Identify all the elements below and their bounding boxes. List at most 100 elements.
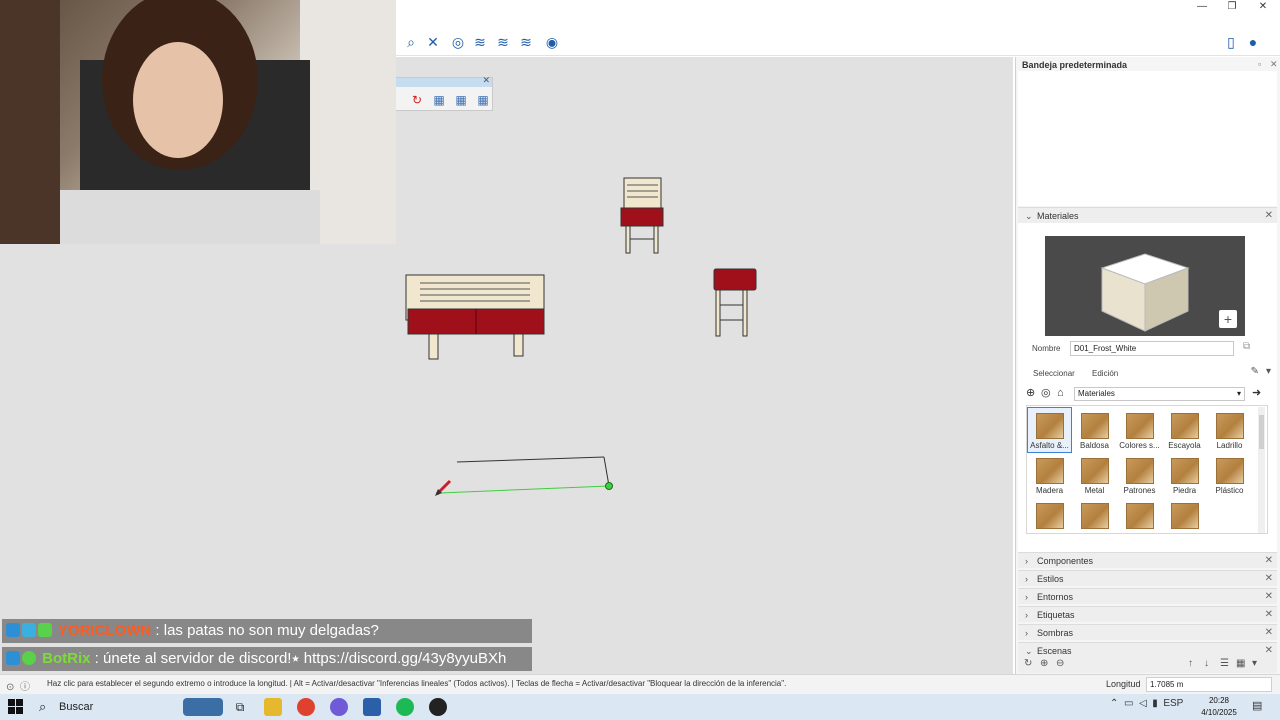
refresh-icon[interactable]: ↻ [1024, 658, 1032, 669]
material-swatch[interactable]: Patrones [1118, 453, 1161, 497]
back-icon[interactable]: ⊕ [1026, 386, 1035, 400]
orbit-icon[interactable]: ◎ [449, 33, 467, 51]
network-icon[interactable]: ▭ [1124, 698, 1133, 709]
discord-icon[interactable] [330, 698, 348, 716]
material-swatch[interactable] [1028, 498, 1071, 533]
user-icon[interactable]: ● [1244, 33, 1262, 51]
home-icon[interactable]: ⌂ [1057, 386, 1064, 400]
panel-header-scenes[interactable]: ⌄ Escenas ✕ [1018, 642, 1277, 658]
clock[interactable]: 20:28 4/10/2025 [1196, 695, 1242, 719]
remove-icon[interactable]: ⊖ [1056, 658, 1064, 669]
thumbnail-icon[interactable]: ▦ [1236, 658, 1245, 669]
search-highlight-icon[interactable] [183, 698, 223, 716]
chat-text: únete al servidor de discord!⭑ https://d… [103, 650, 507, 667]
clock-time: 20:28 [1208, 696, 1230, 705]
chevron-down-icon: ▾ [1236, 389, 1241, 398]
obs-icon[interactable] [429, 698, 447, 716]
zoom-icon[interactable]: ⌕ [402, 33, 420, 51]
file-explorer-icon[interactable] [264, 698, 282, 716]
close-icon[interactable]: ✕ [1265, 589, 1273, 605]
chat-username: YORICLOWN [57, 622, 152, 639]
material-swatch[interactable]: Baldosa [1073, 408, 1116, 452]
move-up-icon[interactable]: ↑ [1188, 658, 1193, 669]
tray-title: Bandeja predeterminada [1022, 60, 1128, 70]
windows-start-icon[interactable] [8, 699, 24, 715]
close-icon[interactable]: ✕ [1265, 571, 1273, 587]
chevron-up-icon[interactable]: ⌃ [1110, 698, 1118, 709]
profile-icon[interactable]: ◉ [543, 33, 561, 51]
material-swatch[interactable]: Piedra [1163, 453, 1206, 497]
chat-message: YORICLOWN : las patas no son muy delgada… [2, 619, 532, 643]
eyedropper-icon[interactable]: ✎ [1251, 366, 1259, 377]
material-swatch[interactable]: Ladrillo [1208, 408, 1251, 452]
swatch-scrollbar[interactable] [1258, 407, 1265, 533]
material-swatch[interactable]: Metal [1073, 453, 1116, 497]
close-icon[interactable]: ✕ [1265, 625, 1273, 641]
copy-icon[interactable]: ⧉ [1243, 341, 1250, 352]
collection-select[interactable]: Materiales ▾ [1074, 387, 1245, 401]
details-icon[interactable]: ➜ [1252, 386, 1261, 400]
sketchup-icon[interactable] [363, 698, 381, 716]
close-icon[interactable]: ✕ [1265, 607, 1273, 623]
panel-header-styles[interactable]: › Estilos ✕ [1018, 570, 1277, 586]
materials-panel-header[interactable]: ⌄ Materiales ✕ [1018, 207, 1277, 223]
tab-edit[interactable]: Edición [1092, 366, 1118, 382]
pin-icon[interactable]: ▫ [1258, 59, 1261, 69]
stool-model[interactable] [713, 268, 757, 337]
model-materials-icon[interactable]: ◎ [1041, 386, 1051, 400]
badge-icon [22, 623, 36, 637]
scenes-toolbar: ↻ ⊕ ⊖ ↑ ↓ ☰ ▦ ▾ [1018, 657, 1277, 673]
mic-icon[interactable]: ▮ [1152, 698, 1158, 709]
task-view-icon[interactable]: ⧉ [231, 698, 249, 716]
default-tray: Bandeja predeterminada ▫ ✕ ⌄ Materiales … [1015, 57, 1280, 674]
panel-header-tags[interactable]: › Etiquetas ✕ [1018, 606, 1277, 622]
restore-button[interactable]: ❐ [1217, 0, 1247, 16]
material-swatch[interactable] [1073, 498, 1116, 533]
delete-icon[interactable]: ▾ [1252, 658, 1257, 669]
minimize-button[interactable]: — [1187, 0, 1217, 16]
spotify-icon[interactable] [396, 698, 414, 716]
geo-location-icon[interactable]: ⊙ [6, 682, 14, 693]
material-swatch[interactable]: Asfalto &... [1027, 407, 1072, 453]
close-button[interactable]: ✕ [1248, 0, 1278, 16]
material-preview: + [1045, 236, 1245, 336]
material-name-field[interactable]: D01_Frost_White [1070, 341, 1234, 356]
chrome-icon[interactable] [297, 698, 315, 716]
details-icon[interactable]: ☰ [1220, 658, 1229, 669]
scrollbar-thumb[interactable] [1259, 415, 1264, 449]
material-swatch[interactable] [1118, 498, 1161, 533]
material-swatch[interactable]: Plástico [1208, 453, 1251, 497]
add-icon[interactable]: ⊕ [1040, 658, 1048, 669]
tray-empty-area [1018, 71, 1277, 206]
panel-header-components[interactable]: › Componentes ✕ [1018, 552, 1277, 568]
material-swatch[interactable]: Madera [1028, 453, 1071, 497]
volume-icon[interactable]: ◁ [1139, 698, 1147, 709]
create-material-button[interactable]: + [1219, 310, 1237, 328]
material-swatch[interactable]: Colores s... [1118, 408, 1161, 452]
section-plane-icon[interactable]: ≋ [471, 33, 489, 51]
language-indicator[interactable]: ESP [1163, 698, 1183, 709]
document-icon[interactable]: ▯ [1222, 33, 1240, 51]
material-swatch[interactable] [1163, 498, 1206, 533]
section-cut-icon[interactable]: ≋ [517, 33, 535, 51]
close-icon[interactable]: ✕ [1270, 59, 1278, 70]
tab-select[interactable]: Seleccionar [1033, 366, 1075, 382]
material-swatch[interactable]: Escayola [1163, 408, 1206, 452]
bucket-icon[interactable]: ▾ [1266, 366, 1271, 377]
close-icon[interactable]: ✕ [1265, 553, 1273, 569]
panel-header-environments[interactable]: › Entornos ✕ [1018, 588, 1277, 604]
move-down-icon[interactable]: ↓ [1204, 658, 1209, 669]
notifications-icon[interactable]: ▤ [1252, 699, 1262, 712]
name-label: Nombre [1032, 344, 1061, 353]
info-icon[interactable]: ⓘ [20, 682, 30, 693]
measurements-field[interactable]: 1.7085 m [1146, 677, 1272, 692]
chevron-right-icon: › [1025, 628, 1028, 638]
chair-model[interactable] [620, 177, 664, 254]
close-icon[interactable]: ✕ [1265, 208, 1273, 224]
cube-preview-icon [1100, 253, 1190, 332]
panel-header-shadows[interactable]: › Sombras ✕ [1018, 624, 1277, 640]
zoom-extents-icon[interactable]: ✕ [424, 33, 442, 51]
bench-model[interactable] [405, 274, 545, 360]
status-hint: Haz clic para establecer el segundo extr… [47, 679, 787, 688]
section-display-icon[interactable]: ≋ [494, 33, 512, 51]
